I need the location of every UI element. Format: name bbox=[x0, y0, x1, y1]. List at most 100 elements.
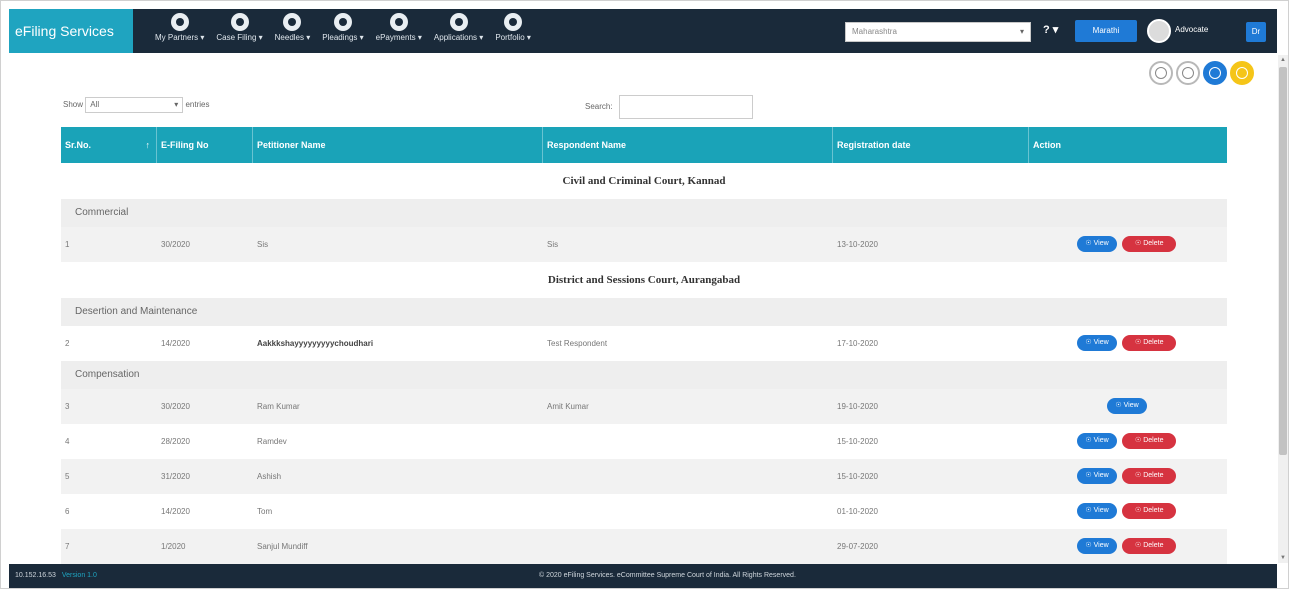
state-select[interactable]: Maharashtra ▾ bbox=[845, 22, 1031, 42]
header-label: Action bbox=[1033, 140, 1061, 150]
scroll-down-icon[interactable]: ▼ bbox=[1278, 553, 1288, 563]
help-icon: ? bbox=[1043, 24, 1050, 36]
column-header-sr[interactable]: Sr.No. ↑ bbox=[61, 127, 157, 163]
nav-epayments[interactable]: ePayments ▾ bbox=[370, 9, 428, 53]
footer-version: Version 1.0 bbox=[61, 572, 97, 579]
cell-respondent: Test Respondent bbox=[547, 339, 608, 348]
username[interactable]: Advocate bbox=[1175, 25, 1208, 34]
cell-sr: 4 bbox=[65, 437, 70, 446]
scroll-up-icon[interactable]: ▲ bbox=[1278, 55, 1288, 65]
row-actions: ☉ View ☉ Delete bbox=[1077, 468, 1179, 484]
nav-label: ePayments bbox=[375, 33, 416, 42]
cell-sr: 2 bbox=[65, 339, 70, 348]
delete-label: Delete bbox=[1143, 339, 1164, 346]
edit-icon[interactable] bbox=[1176, 61, 1200, 85]
view-button[interactable]: ☉ View bbox=[1077, 468, 1117, 484]
page-frame: eFiling Services My Partners ▾ Case Fili… bbox=[0, 0, 1289, 589]
cell-sr: 7 bbox=[65, 542, 70, 551]
search-label: Search: bbox=[585, 102, 613, 112]
cell-petitioner: Ashish bbox=[257, 472, 282, 481]
delete-button[interactable]: ☉ Delete bbox=[1122, 236, 1177, 252]
column-header-efiling-no[interactable]: E-Filing No bbox=[157, 127, 253, 163]
main-nav: My Partners ▾ Case Filing ▾ Needles ▾ Pl… bbox=[149, 9, 537, 53]
entries-value: All bbox=[90, 100, 100, 109]
row-actions: ☉ View bbox=[1107, 398, 1150, 414]
table-row: 1 30/2020 Sis Sis 13-10-2020 ☉ View ☉ De… bbox=[61, 227, 1227, 262]
column-header-petitioner[interactable]: Petitioner Name bbox=[253, 127, 543, 163]
nav-pleadings[interactable]: Pleadings ▾ bbox=[316, 9, 369, 53]
table-row: 3 30/2020 Ram Kumar Amit Kumar 19-10-202… bbox=[61, 389, 1227, 424]
cell-efiling-no: 14/2020 bbox=[161, 507, 190, 516]
cell-respondent bbox=[543, 529, 833, 564]
folder-icon[interactable] bbox=[1230, 61, 1254, 85]
cell-petitioner: Tom bbox=[257, 507, 273, 516]
vertical-scrollbar[interactable]: ▲ ▼ bbox=[1278, 55, 1288, 563]
view-button[interactable]: ☉ View bbox=[1077, 236, 1117, 252]
nav-label: Applications bbox=[433, 33, 478, 42]
nav-portfolio[interactable]: Portfolio ▾ bbox=[489, 9, 537, 53]
cell-petitioner: Sanjul Mundiff bbox=[257, 542, 308, 551]
view-label: View bbox=[1093, 472, 1109, 479]
cell-petitioner: Sis bbox=[257, 240, 269, 249]
table-row: 5 31/2020 Ashish 15-10-2020 ☉ View ☉ Del… bbox=[61, 459, 1227, 494]
search-input[interactable] bbox=[618, 95, 753, 119]
document-icon[interactable] bbox=[1203, 61, 1227, 85]
delete-label: Delete bbox=[1143, 472, 1164, 479]
case-filing-icon bbox=[230, 13, 249, 31]
delete-button[interactable]: ☉ Delete bbox=[1122, 468, 1177, 484]
court-group-header: District and Sessions Court, Aurangabad bbox=[61, 262, 1227, 298]
nav-applications[interactable]: Applications ▾ bbox=[428, 9, 489, 53]
cell-registration-date: 13-10-2020 bbox=[837, 240, 878, 249]
view-button[interactable]: ☉ View bbox=[1077, 503, 1117, 519]
nav-needles[interactable]: Needles ▾ bbox=[269, 9, 317, 53]
cell-respondent bbox=[543, 494, 833, 529]
avatar[interactable] bbox=[1147, 19, 1171, 43]
chevron-down-icon: ▾ bbox=[174, 100, 179, 109]
entries-select[interactable]: All ▾ bbox=[85, 97, 184, 113]
cell-sr: 3 bbox=[65, 402, 70, 411]
header-label: Registration date bbox=[837, 140, 911, 150]
scroll-thumb[interactable] bbox=[1279, 67, 1287, 455]
user-menu-button[interactable]: Dr bbox=[1246, 22, 1266, 42]
nav-case-filing[interactable]: Case Filing ▾ bbox=[210, 9, 268, 53]
cell-efiling-no: 30/2020 bbox=[161, 240, 190, 249]
delete-button[interactable]: ☉ Delete bbox=[1122, 503, 1177, 519]
cell-registration-date: 17-10-2020 bbox=[837, 339, 878, 348]
view-label: View bbox=[1123, 402, 1139, 409]
delete-button[interactable]: ☉ Delete bbox=[1122, 538, 1177, 554]
sort-icon: ↑ bbox=[145, 140, 151, 150]
view-button[interactable]: ☉ View bbox=[1077, 538, 1117, 554]
cell-efiling-no: 14/2020 bbox=[161, 339, 190, 348]
entries-control: Show All ▾ entries bbox=[63, 97, 210, 113]
delete-button[interactable]: ☉ Delete bbox=[1122, 335, 1177, 351]
delete-label: Delete bbox=[1143, 240, 1164, 247]
cell-efiling-no: 30/2020 bbox=[161, 402, 190, 411]
view-button[interactable]: ☉ View bbox=[1077, 335, 1117, 351]
cell-efiling-no: 1/2020 bbox=[161, 542, 186, 551]
efiling-table: Sr.No. ↑ E-Filing No Petitioner Name Resp… bbox=[61, 127, 1227, 564]
row-actions: ☉ View ☉ Delete bbox=[1077, 335, 1179, 351]
delete-button[interactable]: ☉ Delete bbox=[1122, 433, 1177, 449]
nav-label: My Partners bbox=[155, 33, 199, 42]
brand-logo[interactable]: eFiling Services bbox=[9, 9, 133, 53]
column-header-registration-date[interactable]: Registration date bbox=[833, 127, 1029, 163]
cell-registration-date: 29-07-2020 bbox=[837, 542, 878, 551]
cell-efiling-no: 28/2020 bbox=[161, 437, 190, 446]
view-label: View bbox=[1093, 437, 1109, 444]
view-button[interactable]: ☉ View bbox=[1077, 433, 1117, 449]
pleadings-icon bbox=[333, 13, 352, 31]
cell-registration-date: 15-10-2020 bbox=[837, 472, 878, 481]
ip-text: 10.152.16.53 bbox=[15, 572, 56, 579]
language-button[interactable]: Marathi bbox=[1075, 20, 1137, 42]
plus-icon[interactable] bbox=[1149, 61, 1173, 85]
top-navbar: eFiling Services My Partners ▾ Case Fili… bbox=[9, 9, 1277, 53]
view-button[interactable]: ☉ View bbox=[1107, 398, 1147, 414]
header-label: E-Filing No bbox=[161, 140, 209, 150]
column-header-respondent[interactable]: Respondent Name bbox=[543, 127, 833, 163]
help-button[interactable]: ? ▾ bbox=[1043, 23, 1058, 36]
applications-icon bbox=[449, 13, 468, 31]
delete-label: Delete bbox=[1143, 437, 1164, 444]
header-label: Petitioner Name bbox=[257, 140, 326, 150]
row-actions: ☉ View ☉ Delete bbox=[1077, 503, 1179, 519]
nav-my-partners[interactable]: My Partners ▾ bbox=[149, 9, 210, 53]
